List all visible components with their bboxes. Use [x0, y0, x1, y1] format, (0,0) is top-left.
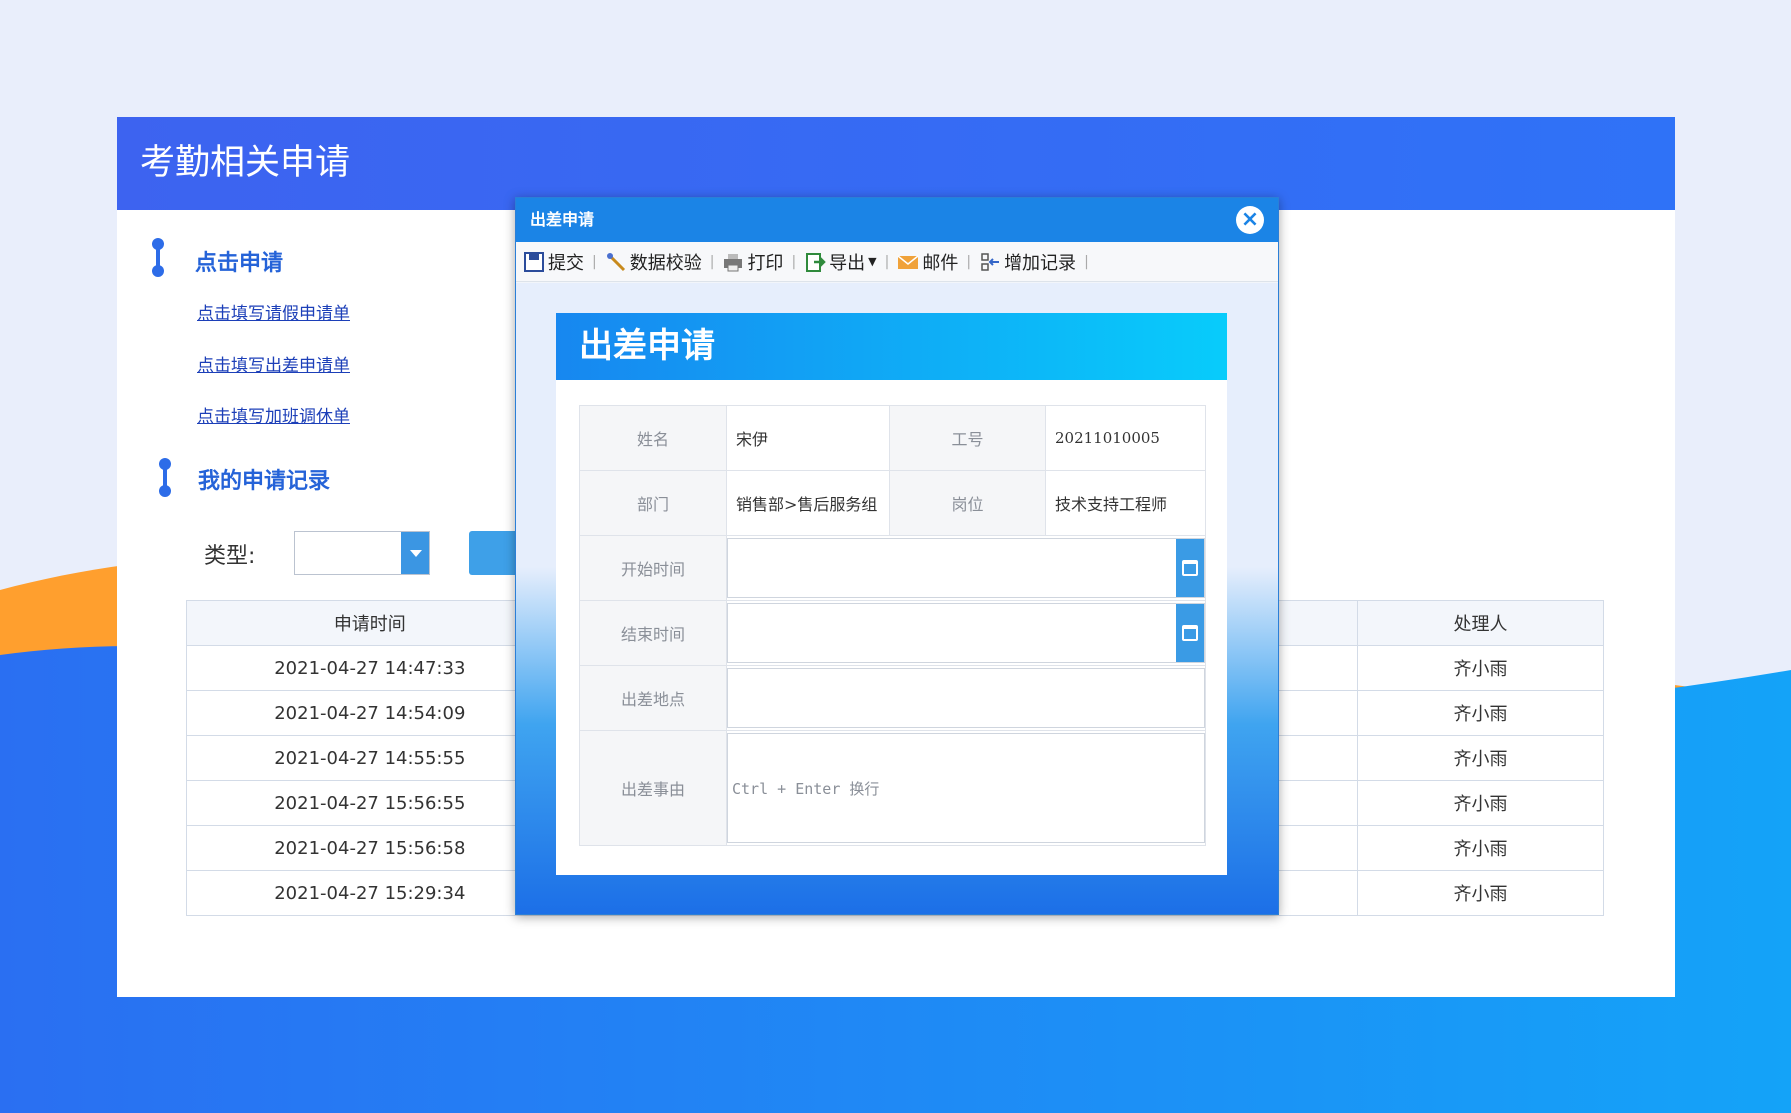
cell-handler: 齐小雨 — [1357, 825, 1604, 871]
submit-button[interactable]: 提交 — [519, 249, 588, 275]
add-record-icon — [979, 251, 1001, 273]
calendar-icon[interactable] — [1176, 604, 1204, 662]
dialog-body: 出差申请 姓名 宋伊 工号 20211010005 部门 销售部>售后服务组 岗… — [516, 283, 1278, 914]
column-header-time: 申请时间 — [186, 600, 554, 646]
chevron-down-icon[interactable] — [401, 532, 429, 574]
section-title-apply: 点击申请 — [195, 251, 284, 276]
cell-time: 2021-04-27 14:47:33 — [186, 645, 554, 691]
cell-time: 2021-04-27 15:56:55 — [186, 780, 554, 826]
toolbar-separator: | — [966, 253, 972, 270]
toolbar-separator: | — [791, 253, 797, 270]
link-leave-form[interactable]: 点击填写请假申请单 — [197, 299, 350, 324]
end-time-label: 结束时间 — [579, 600, 727, 666]
wand-icon — [605, 251, 627, 273]
cell-time: 2021-04-27 15:29:34 — [186, 870, 554, 916]
calendar-icon[interactable] — [1176, 539, 1204, 597]
export-button[interactable]: 导出 ▼ — [800, 249, 880, 275]
cell-handler: 齐小雨 — [1357, 645, 1604, 691]
id-value: 20211010005 — [1045, 405, 1206, 471]
mail-label: 邮件 — [922, 252, 959, 274]
name-value: 宋伊 — [726, 405, 890, 471]
validate-button[interactable]: 数据校验 — [601, 249, 706, 275]
post-value: 技术支持工程师 — [1045, 470, 1206, 536]
reason-label: 出差事由 — [579, 730, 727, 846]
link-overtime-form[interactable]: 点击填写加班调休单 — [197, 402, 350, 427]
start-time-input[interactable] — [727, 538, 1205, 598]
cell-handler: 齐小雨 — [1357, 690, 1604, 736]
printer-icon — [722, 251, 744, 273]
form-heading: 出差申请 — [556, 313, 1227, 380]
cell-time: 2021-04-27 15:56:58 — [186, 825, 554, 871]
place-label: 出差地点 — [579, 665, 727, 731]
column-header-handler: 处理人 — [1357, 600, 1604, 646]
link-trip-form[interactable]: 点击填写出差申请单 — [197, 351, 350, 376]
cell-time: 2021-04-27 14:55:55 — [186, 735, 554, 781]
mail-icon — [897, 251, 919, 273]
cell-time: 2021-04-27 14:54:09 — [186, 690, 554, 736]
dialog-toolbar: 提交 | 数据校验 | 打印 | 导出 ▼ | 邮件 | 增加记录 | — [516, 242, 1278, 282]
trip-form: 姓名 宋伊 工号 20211010005 部门 销售部>售后服务组 岗位 技术支… — [579, 405, 1206, 846]
toolbar-separator: | — [709, 253, 715, 270]
dialog-titlebar[interactable]: 出差申请 × — [516, 198, 1278, 242]
export-icon — [804, 251, 826, 273]
submit-label: 提交 — [548, 252, 584, 274]
place-input[interactable] — [727, 668, 1205, 728]
toolbar-separator: | — [592, 253, 597, 270]
dept-value: 销售部>售后服务组 — [726, 470, 890, 536]
start-time-label: 开始时间 — [579, 535, 727, 601]
toolbar-separator: | — [1084, 253, 1089, 270]
add-record-label: 增加记录 — [1004, 252, 1077, 274]
close-icon[interactable]: × — [1236, 206, 1264, 234]
trip-request-dialog: 出差申请 × 提交 | 数据校验 | 打印 | 导出 ▼ | 邮件 | 增加记录… — [515, 197, 1279, 915]
section-title-records: 我的申请记录 — [198, 469, 331, 494]
chevron-down-icon: ▼ — [868, 255, 877, 268]
end-time-input[interactable] — [727, 603, 1205, 663]
dialog-title: 出差申请 — [530, 210, 595, 229]
toolbar-separator: | — [884, 253, 890, 270]
mail-button[interactable]: 邮件 — [893, 249, 962, 275]
cell-handler: 齐小雨 — [1357, 780, 1604, 826]
section-marker — [152, 238, 164, 277]
cell-handler: 齐小雨 — [1357, 870, 1604, 916]
dept-label: 部门 — [579, 470, 727, 536]
add-record-button[interactable]: 增加记录 — [975, 249, 1080, 275]
id-label: 工号 — [889, 405, 1046, 471]
name-label: 姓名 — [579, 405, 727, 471]
form-card: 出差申请 姓名 宋伊 工号 20211010005 部门 销售部>售后服务组 岗… — [556, 313, 1227, 875]
save-icon — [523, 251, 545, 273]
cell-handler: 齐小雨 — [1357, 735, 1604, 781]
print-button[interactable]: 打印 — [718, 249, 787, 275]
print-label: 打印 — [747, 252, 784, 274]
post-label: 岗位 — [889, 470, 1046, 536]
type-label: 类型: — [204, 544, 256, 569]
validate-label: 数据校验 — [629, 252, 702, 274]
type-select[interactable] — [294, 531, 430, 575]
export-label: 导出 — [829, 252, 866, 274]
section-marker — [159, 458, 171, 497]
reason-textarea[interactable]: Ctrl + Enter 换行 — [727, 733, 1205, 843]
